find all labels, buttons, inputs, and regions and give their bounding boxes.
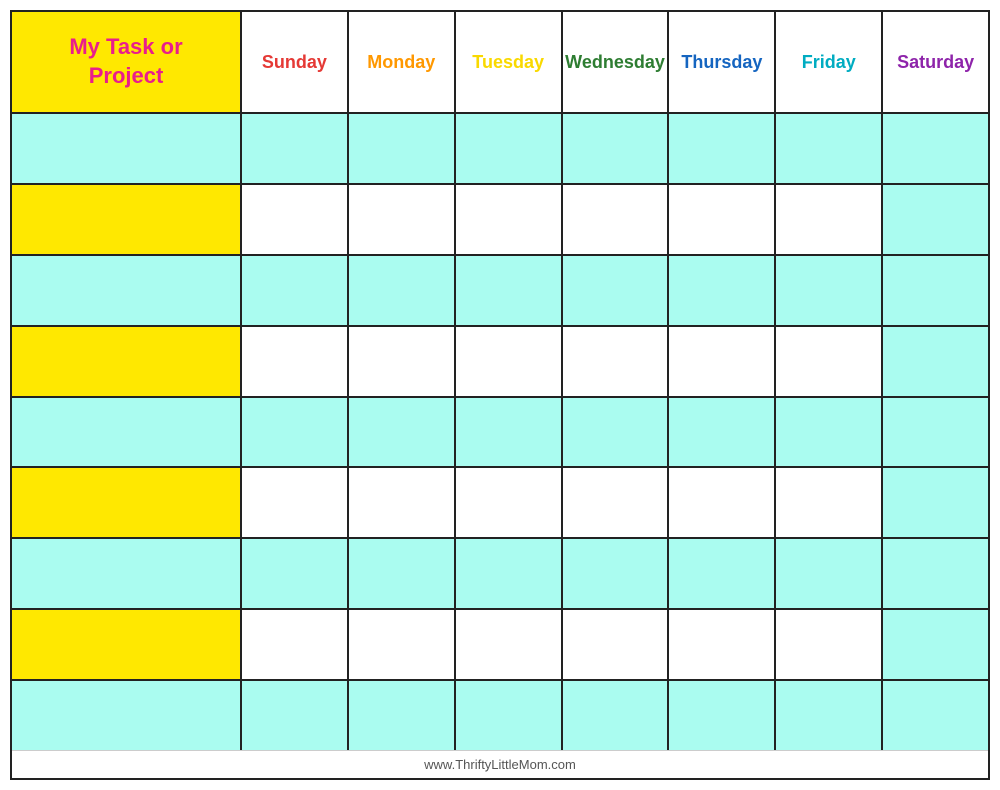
day-cell-6-5[interactable] [776,539,883,608]
table-row [12,681,988,750]
day-cell-1-6[interactable] [883,185,988,254]
day-cell-4-0[interactable] [242,398,349,467]
day-cell-8-2[interactable] [456,681,563,750]
task-header-text: My Task or Project [69,33,182,90]
header-saturday: Saturday [883,12,988,112]
day-cell-6-1[interactable] [349,539,456,608]
day-cell-0-0[interactable] [242,114,349,183]
day-cell-4-3[interactable] [563,398,670,467]
day-cell-7-0[interactable] [242,610,349,679]
day-cell-6-2[interactable] [456,539,563,608]
table-row [12,539,988,610]
day-cell-7-3[interactable] [563,610,670,679]
day-cell-8-3[interactable] [563,681,670,750]
footer: www.ThriftyLittleMom.com [12,750,988,778]
header-sunday: Sunday [242,12,349,112]
day-cell-4-2[interactable] [456,398,563,467]
day-cell-3-6[interactable] [883,327,988,396]
task-cell-8[interactable] [12,681,242,750]
task-label-line2: Project [89,63,164,88]
day-cell-4-6[interactable] [883,398,988,467]
day-cell-2-2[interactable] [456,256,563,325]
header-thursday: Thursday [669,12,776,112]
day-cell-7-6[interactable] [883,610,988,679]
day-cell-6-4[interactable] [669,539,776,608]
day-cell-5-3[interactable] [563,468,670,537]
day-cell-0-4[interactable] [669,114,776,183]
footer-url: www.ThriftyLittleMom.com [424,757,576,772]
day-cell-5-5[interactable] [776,468,883,537]
day-cell-6-0[interactable] [242,539,349,608]
day-cell-1-2[interactable] [456,185,563,254]
header-monday: Monday [349,12,456,112]
day-cell-2-1[interactable] [349,256,456,325]
day-cell-7-1[interactable] [349,610,456,679]
day-cell-8-6[interactable] [883,681,988,750]
day-cell-0-2[interactable] [456,114,563,183]
day-cell-8-0[interactable] [242,681,349,750]
task-cell-4[interactable] [12,398,242,467]
day-cell-4-5[interactable] [776,398,883,467]
table-row [12,468,988,539]
table-row [12,114,988,185]
day-cell-1-4[interactable] [669,185,776,254]
day-cell-1-0[interactable] [242,185,349,254]
day-cell-5-4[interactable] [669,468,776,537]
table-row [12,185,988,256]
task-cell-2[interactable] [12,256,242,325]
table-row [12,398,988,469]
task-header-cell: My Task or Project [12,12,242,112]
data-rows [12,114,988,750]
day-cell-3-5[interactable] [776,327,883,396]
header-row: My Task or Project Sunday Monday Tuesday… [12,12,988,114]
table-row [12,610,988,681]
day-cell-3-4[interactable] [669,327,776,396]
day-cell-3-0[interactable] [242,327,349,396]
day-cell-0-5[interactable] [776,114,883,183]
day-cell-5-2[interactable] [456,468,563,537]
day-cell-8-1[interactable] [349,681,456,750]
day-cell-0-3[interactable] [563,114,670,183]
day-cell-7-4[interactable] [669,610,776,679]
day-cell-1-1[interactable] [349,185,456,254]
day-cell-2-3[interactable] [563,256,670,325]
page-wrapper: My Task or Project Sunday Monday Tuesday… [10,10,990,780]
task-cell-1[interactable] [12,185,242,254]
header-tuesday: Tuesday [456,12,563,112]
task-cell-7[interactable] [12,610,242,679]
day-cell-0-6[interactable] [883,114,988,183]
header-wednesday: Wednesday [563,12,670,112]
day-cell-3-2[interactable] [456,327,563,396]
day-cell-5-1[interactable] [349,468,456,537]
day-cell-5-0[interactable] [242,468,349,537]
day-cell-6-3[interactable] [563,539,670,608]
day-cell-3-1[interactable] [349,327,456,396]
day-cell-1-3[interactable] [563,185,670,254]
day-cell-2-4[interactable] [669,256,776,325]
day-cell-5-6[interactable] [883,468,988,537]
task-cell-0[interactable] [12,114,242,183]
day-cell-4-4[interactable] [669,398,776,467]
day-cell-8-5[interactable] [776,681,883,750]
task-label-line1: My Task or [69,34,182,59]
table-row [12,256,988,327]
day-cell-8-4[interactable] [669,681,776,750]
table-row [12,327,988,398]
day-cell-6-6[interactable] [883,539,988,608]
day-cell-4-1[interactable] [349,398,456,467]
task-cell-6[interactable] [12,539,242,608]
table-container: My Task or Project Sunday Monday Tuesday… [12,12,988,750]
task-cell-3[interactable] [12,327,242,396]
header-friday: Friday [776,12,883,112]
day-cell-2-5[interactable] [776,256,883,325]
day-cell-2-6[interactable] [883,256,988,325]
task-cell-5[interactable] [12,468,242,537]
day-cell-2-0[interactable] [242,256,349,325]
day-cell-7-5[interactable] [776,610,883,679]
day-cell-0-1[interactable] [349,114,456,183]
day-cell-1-5[interactable] [776,185,883,254]
day-cell-3-3[interactable] [563,327,670,396]
day-cell-7-2[interactable] [456,610,563,679]
